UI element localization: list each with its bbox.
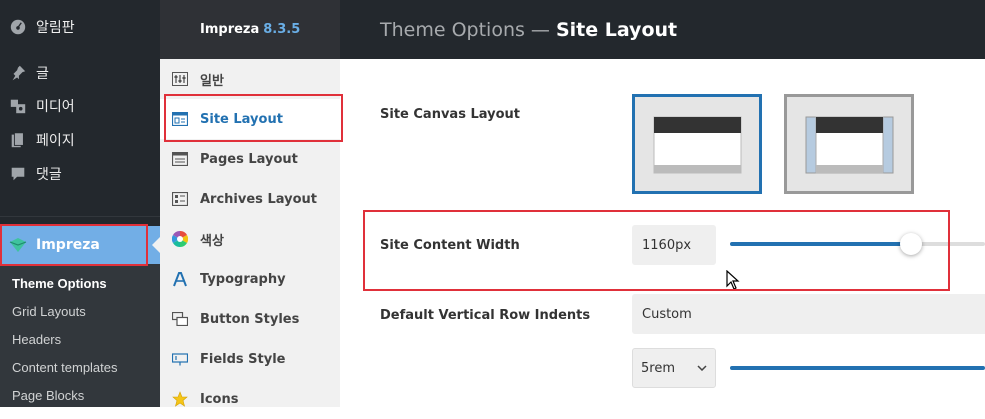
layout-icon xyxy=(160,112,200,126)
nav-button-styles-label: Button Styles xyxy=(200,311,300,327)
brand-version: 8.3.5 xyxy=(263,22,301,37)
theme-options-nav: Impreza 8.3.5 일반 Site Layout Pages Layou… xyxy=(160,0,340,407)
wide-layout-preview-icon xyxy=(653,116,742,174)
impreza-submenu: Theme Options Grid Layouts Headers Conte… xyxy=(0,264,160,407)
nav-general-label: 일반 xyxy=(200,73,224,89)
brand-name: Impreza xyxy=(200,22,260,37)
menu-comments[interactable]: 댓글 xyxy=(0,157,160,191)
impreza-icon xyxy=(0,236,36,254)
nav-fields-style[interactable]: Fields Style xyxy=(160,339,340,379)
nav-typography-label: Typography xyxy=(200,271,286,287)
site-canvas-layout-label: Site Canvas Layout xyxy=(380,107,520,122)
content-width-input[interactable]: 1160px xyxy=(632,225,716,265)
button-styles-icon xyxy=(160,312,200,326)
archives-icon xyxy=(160,192,200,206)
indent-unit-value: 5rem xyxy=(641,360,675,376)
menu-posts[interactable]: 글 xyxy=(0,56,160,90)
indent-unit-select[interactable]: 5rem xyxy=(632,348,716,388)
nav-pages-layout[interactable]: Pages Layout xyxy=(160,139,340,179)
menu-separator xyxy=(0,216,160,217)
menu-comments-label: 댓글 xyxy=(36,167,62,183)
menu-pages[interactable]: 페이지 xyxy=(0,123,160,157)
menu-impreza-label: Impreza xyxy=(36,237,100,253)
wp-admin-sidebar: 알림판 글 미디어 페이지 댓글 Impreza Theme Options G… xyxy=(0,0,160,407)
content-width-slider-track[interactable] xyxy=(912,242,985,246)
theme-options-brand: Impreza 8.3.5 xyxy=(160,0,340,59)
menu-posts-label: 글 xyxy=(36,66,49,82)
media-icon xyxy=(0,97,36,115)
nav-site-layout-label: Site Layout xyxy=(200,111,283,127)
page-layout-icon xyxy=(160,152,200,166)
menu-media-label: 미디어 xyxy=(36,99,75,115)
page-title: Theme Options — Site Layout xyxy=(340,0,985,59)
nav-fields-style-label: Fields Style xyxy=(200,351,286,367)
dashboard-icon xyxy=(0,18,36,36)
row-indents-select-value: Custom xyxy=(642,306,692,322)
nav-archives-layout[interactable]: Archives Layout xyxy=(160,179,340,219)
content-width-slider-fill xyxy=(730,242,912,246)
content-width-slider-handle[interactable] xyxy=(900,233,922,255)
canvas-layout-boxed-option[interactable] xyxy=(784,94,914,194)
fields-icon xyxy=(160,352,200,366)
submenu-grid-layouts[interactable]: Grid Layouts xyxy=(12,304,86,319)
sliders-icon xyxy=(160,72,200,86)
pages-icon xyxy=(0,131,36,149)
nav-icons[interactable]: Icons xyxy=(160,379,340,419)
submenu-page-blocks[interactable]: Page Blocks xyxy=(12,388,84,403)
nav-icons-label: Icons xyxy=(200,391,239,407)
canvas-layout-wide-option[interactable] xyxy=(632,94,762,194)
page-title-current: Site Layout xyxy=(555,18,678,41)
menu-impreza[interactable]: Impreza xyxy=(0,226,160,264)
nav-colors-label: 색상 xyxy=(200,233,224,249)
menu-pages-label: 페이지 xyxy=(36,133,75,149)
typography-icon xyxy=(160,271,200,287)
menu-dashboard[interactable]: 알림판 xyxy=(0,10,160,44)
submenu-headers[interactable]: Headers xyxy=(12,332,61,347)
row-indents-label: Default Vertical Row Indents xyxy=(380,308,591,323)
nav-archives-layout-label: Archives Layout xyxy=(200,191,317,207)
submenu-content-templates[interactable]: Content templates xyxy=(12,360,118,375)
chevron-down-icon xyxy=(697,365,707,371)
nav-typography[interactable]: Typography xyxy=(160,259,340,299)
menu-media[interactable]: 미디어 xyxy=(0,89,160,123)
active-menu-arrow xyxy=(152,237,160,253)
page-title-prefix: Theme Options — xyxy=(380,18,550,41)
nav-pages-layout-label: Pages Layout xyxy=(200,151,298,167)
nav-general[interactable]: 일반 xyxy=(160,59,340,99)
star-icon xyxy=(160,391,200,407)
nav-button-styles[interactable]: Button Styles xyxy=(160,299,340,339)
color-wheel-icon xyxy=(160,231,200,247)
mouse-cursor-icon xyxy=(726,270,740,290)
pin-icon xyxy=(0,64,36,82)
submenu-theme-options[interactable]: Theme Options xyxy=(12,276,107,291)
indent-slider-fill[interactable] xyxy=(730,366,985,370)
site-content-width-label: Site Content Width xyxy=(380,238,520,253)
comments-icon xyxy=(0,165,36,183)
nav-site-layout[interactable]: Site Layout xyxy=(160,99,340,139)
boxed-layout-preview-icon xyxy=(805,116,894,174)
row-indents-select[interactable]: Custom xyxy=(632,294,985,334)
nav-colors[interactable]: 색상 xyxy=(160,219,340,259)
menu-dashboard-label: 알림판 xyxy=(36,20,75,36)
main-panel: Theme Options — Site Layout Site Canvas … xyxy=(340,0,985,407)
